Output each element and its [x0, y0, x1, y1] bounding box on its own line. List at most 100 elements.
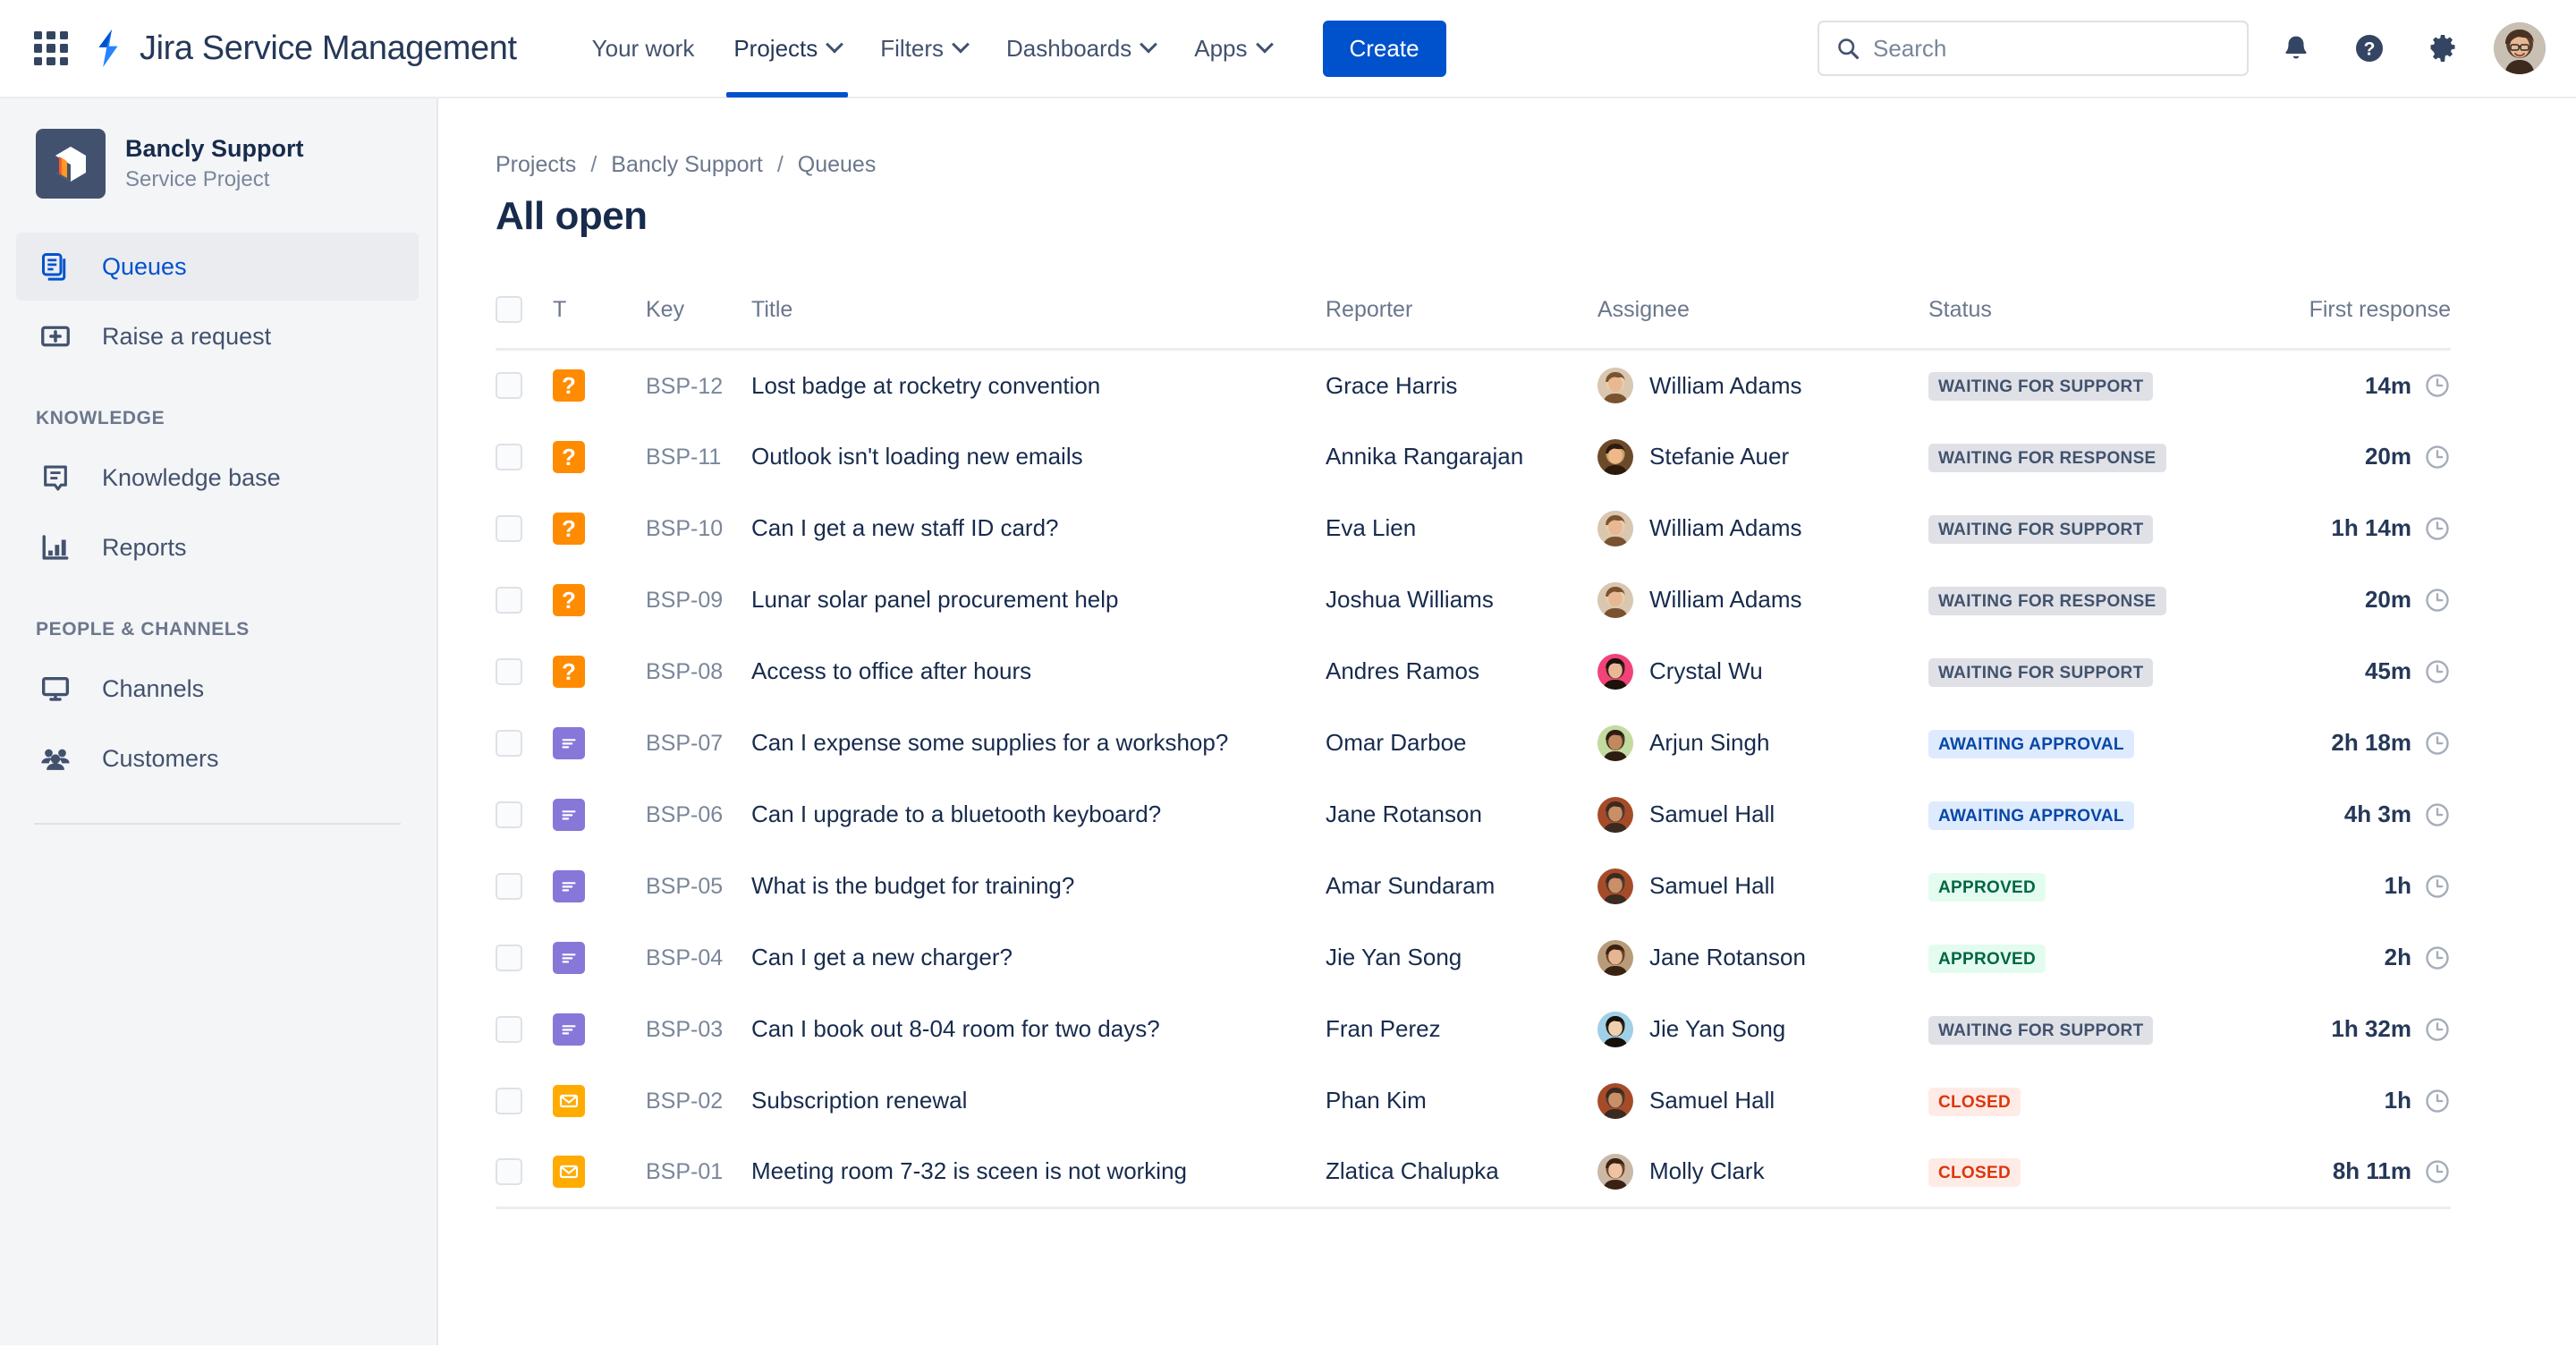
- type-icon-task[interactable]: [553, 941, 585, 974]
- assignee-avatar[interactable]: [1597, 1011, 1633, 1047]
- issue-key-link[interactable]: BSP-10: [646, 516, 723, 541]
- table-row[interactable]: BSP-04 Can I get a new charger? Jie Yan So…: [496, 922, 2451, 994]
- type-icon-task[interactable]: [553, 869, 585, 902]
- nav-item-filters[interactable]: Filters: [860, 0, 987, 97]
- breadcrumb-item-bancly-support[interactable]: Bancly Support: [611, 152, 763, 178]
- column-header-first-response[interactable]: First response: [2256, 296, 2451, 351]
- issue-key-link[interactable]: BSP-06: [646, 802, 723, 827]
- table-row[interactable]: BSP-02 Subscription renewal Phan Kim Samuel…: [496, 1065, 2451, 1137]
- assignee-avatar[interactable]: [1597, 796, 1633, 833]
- issue-title-link[interactable]: Lost badge at rocketry convention: [751, 372, 1100, 399]
- issue-title-link[interactable]: Can I upgrade to a bluetooth keyboard?: [751, 801, 1161, 827]
- assignee-avatar[interactable]: [1597, 438, 1633, 475]
- table-row[interactable]: ? BSP-11 Outlook isn't loading new emails A…: [496, 421, 2451, 493]
- select-all-checkbox[interactable]: [496, 296, 522, 323]
- status-badge[interactable]: CLOSED: [1928, 1087, 2021, 1116]
- table-row[interactable]: ? BSP-09 Lunar solar panel procurement hel…: [496, 564, 2451, 636]
- issue-title-link[interactable]: Can I get a new charger?: [751, 944, 1013, 970]
- status-badge[interactable]: WAITING FOR SUPPORT: [1928, 514, 2154, 544]
- row-checkbox[interactable]: [496, 1015, 522, 1043]
- search-input[interactable]: [1873, 34, 2231, 63]
- breadcrumb-item-queues[interactable]: Queues: [798, 152, 877, 178]
- status-badge[interactable]: WAITING FOR SUPPORT: [1928, 657, 2154, 687]
- row-checkbox[interactable]: [496, 801, 522, 828]
- assignee-avatar[interactable]: [1597, 939, 1633, 976]
- settings-button[interactable]: [2417, 22, 2469, 74]
- issue-title-link[interactable]: Subscription renewal: [751, 1087, 967, 1114]
- status-badge[interactable]: WAITING FOR SUPPORT: [1928, 372, 2154, 402]
- table-row[interactable]: ? BSP-08 Access to office after hours Andre…: [496, 636, 2451, 707]
- assignee-avatar[interactable]: [1597, 1082, 1633, 1119]
- column-header-reporter[interactable]: Reporter: [1326, 296, 1597, 351]
- type-icon-task[interactable]: [553, 798, 585, 831]
- nav-item-projects[interactable]: Projects: [714, 0, 860, 97]
- status-badge[interactable]: AWAITING APPROVAL: [1928, 801, 2134, 830]
- assignee-avatar[interactable]: [1597, 510, 1633, 546]
- assignee-avatar[interactable]: [1597, 868, 1633, 904]
- assignee-avatar[interactable]: [1597, 653, 1633, 690]
- help-button[interactable]: ?: [2343, 22, 2395, 74]
- issue-key-link[interactable]: BSP-03: [646, 1017, 723, 1042]
- breadcrumb-item-projects[interactable]: Projects: [496, 152, 576, 178]
- table-row[interactable]: BSP-05 What is the budget for training? Am…: [496, 851, 2451, 922]
- type-icon-task[interactable]: [553, 726, 585, 759]
- column-header-status[interactable]: Status: [1928, 296, 2256, 351]
- row-checkbox[interactable]: [496, 372, 522, 400]
- column-header-type[interactable]: T: [553, 296, 646, 351]
- sidebar-item-customers[interactable]: Customers: [16, 724, 419, 792]
- assignee-avatar[interactable]: [1597, 368, 1633, 404]
- issue-title-link[interactable]: Outlook isn't loading new emails: [751, 443, 1083, 470]
- row-checkbox[interactable]: [496, 657, 522, 685]
- sidebar-item-reports[interactable]: Reports: [16, 513, 419, 581]
- issue-key-link[interactable]: BSP-01: [646, 1159, 723, 1184]
- sidebar-item-queues[interactable]: Queues: [16, 233, 419, 301]
- project-header[interactable]: Bancly Support Service Project: [0, 129, 436, 199]
- table-row[interactable]: BSP-07 Can I expense some supplies for a …: [496, 707, 2451, 779]
- issue-key-link[interactable]: BSP-04: [646, 945, 723, 970]
- row-checkbox[interactable]: [496, 944, 522, 971]
- assignee-avatar[interactable]: [1597, 581, 1633, 618]
- sidebar-item-knowledge-base[interactable]: Knowledge base: [16, 444, 419, 512]
- nav-item-dashboards[interactable]: Dashboards: [987, 0, 1174, 97]
- row-checkbox[interactable]: [496, 514, 522, 542]
- type-icon-service-request[interactable]: ?: [553, 583, 585, 616]
- search-box[interactable]: [1818, 21, 2249, 76]
- sidebar-item-raise-a-request[interactable]: Raise a request: [16, 302, 419, 370]
- nav-item-apps[interactable]: Apps: [1174, 0, 1290, 97]
- assignee-avatar[interactable]: [1597, 724, 1633, 761]
- table-row[interactable]: BSP-06 Can I upgrade to a bluetooth keybo…: [496, 779, 2451, 851]
- table-row[interactable]: ? BSP-12 Lost badge at rocketry convention…: [496, 350, 2451, 421]
- status-badge[interactable]: AWAITING APPROVAL: [1928, 729, 2134, 758]
- status-badge[interactable]: CLOSED: [1928, 1157, 2021, 1187]
- table-row[interactable]: BSP-03 Can I book out 8-04 room for two d…: [496, 994, 2451, 1065]
- issue-title-link[interactable]: Meeting room 7-32 is sceen is not workin…: [751, 1157, 1187, 1184]
- status-badge[interactable]: APPROVED: [1928, 944, 2046, 973]
- apps-grid-icon[interactable]: [34, 31, 68, 65]
- issue-title-link[interactable]: Access to office after hours: [751, 657, 1031, 684]
- status-badge[interactable]: WAITING FOR RESPONSE: [1928, 443, 2166, 472]
- avatar[interactable]: [2494, 22, 2546, 74]
- product-home-link[interactable]: Jira Service Management: [91, 30, 517, 68]
- row-checkbox[interactable]: [496, 872, 522, 900]
- nav-item-your-work[interactable]: Your work: [572, 0, 715, 97]
- type-icon-email-request[interactable]: [553, 1084, 585, 1117]
- sidebar-item-channels[interactable]: Channels: [16, 655, 419, 723]
- issue-title-link[interactable]: Can I get a new staff ID card?: [751, 514, 1058, 541]
- issue-key-link[interactable]: BSP-07: [646, 731, 723, 756]
- table-row[interactable]: ? BSP-10 Can I get a new staff ID card? Eva…: [496, 493, 2451, 564]
- issue-title-link[interactable]: Lunar solar panel procurement help: [751, 586, 1118, 613]
- table-row[interactable]: BSP-01 Meeting room 7-32 is sceen is not …: [496, 1136, 2451, 1209]
- create-button[interactable]: Create: [1322, 20, 1446, 77]
- column-header-assignee[interactable]: Assignee: [1597, 296, 1928, 351]
- type-icon-service-request[interactable]: ?: [553, 440, 585, 473]
- assignee-avatar[interactable]: [1597, 1153, 1633, 1190]
- row-checkbox[interactable]: [496, 1157, 522, 1185]
- type-icon-service-request[interactable]: ?: [553, 655, 585, 688]
- issue-title-link[interactable]: Can I expense some supplies for a worksh…: [751, 729, 1228, 756]
- row-checkbox[interactable]: [496, 729, 522, 757]
- status-badge[interactable]: WAITING FOR SUPPORT: [1928, 1015, 2154, 1045]
- issue-key-link[interactable]: BSP-05: [646, 874, 723, 899]
- type-icon-service-request[interactable]: ?: [553, 512, 585, 545]
- issue-key-link[interactable]: BSP-09: [646, 588, 723, 613]
- type-icon-email-request[interactable]: [553, 1155, 585, 1188]
